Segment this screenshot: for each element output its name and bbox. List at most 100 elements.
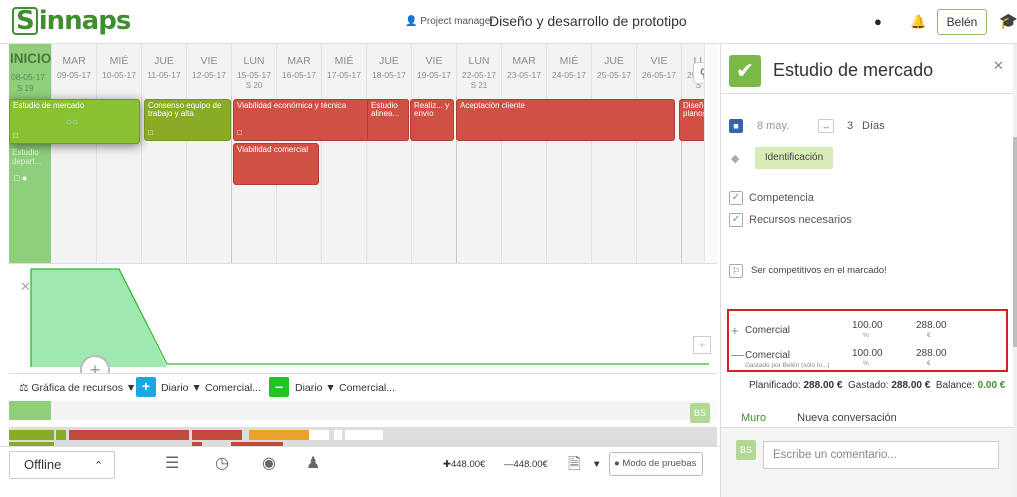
add-chart-icon[interactable]: + (693, 336, 711, 354)
bottom-bar: Offline ⌃ ☰ ◷ ◉ ♟ ✚448.00€ —448.00€ 🗎 ▼ ●… (0, 446, 720, 497)
series1-period[interactable]: Diario ▼ (161, 382, 202, 394)
day-header: LUN 15-05-17 S 20 (231, 44, 276, 96)
resource-chart-svg (30, 268, 709, 367)
day-name: JUE (154, 55, 174, 67)
resource-chart: ✕ + (9, 263, 717, 373)
resource-percent-unit: % (863, 360, 869, 367)
day-name: JUE (604, 55, 624, 67)
resource-percent-unit: % (863, 332, 869, 339)
resource-amount[interactable]: 288.00 (916, 320, 947, 331)
collapse-resource-icon[interactable]: — (731, 347, 744, 362)
day-week: S 21 (470, 81, 488, 90)
budget-summary: Planificado: 288.00 € Gastado: 288.00 € … (749, 380, 1006, 391)
series1-add-icon[interactable]: + (136, 377, 156, 397)
day-name: VIE (425, 55, 443, 67)
day-name: JUE (379, 55, 399, 67)
resource-percent[interactable]: 100.00 (852, 348, 883, 359)
day-header: VIE 26-05-17 (636, 44, 681, 96)
duration-unit: Días (862, 120, 885, 132)
comment-area: BS Escribe un comentario... (721, 427, 1017, 497)
task-label: Estudio de mercado (13, 101, 85, 110)
list-icon[interactable]: ☰ (165, 453, 179, 473)
calendar-icon[interactable]: ■ (729, 119, 743, 133)
start-date[interactable]: 8 may. (757, 120, 789, 132)
tab-muro[interactable]: Muro (741, 412, 766, 424)
test-mode-button[interactable]: ● Modo de pruebas (609, 452, 703, 476)
bs-avatar[interactable]: BS (690, 403, 710, 423)
tag-badge[interactable]: Identificación (755, 147, 833, 169)
series2-remove-icon[interactable]: – (269, 377, 289, 397)
panel-scrollbar-thumb[interactable] (1013, 137, 1017, 347)
chart-selector[interactable]: ⚖ Gráfica de recursos ▼ (19, 382, 136, 394)
day-header: VIE 12-05-17 (186, 44, 231, 96)
top-bar: Sinnaps 👤 Project manager Diseño y desar… (0, 0, 1017, 44)
task-aceptacion-cliente[interactable]: Aceptación cliente (456, 99, 675, 141)
checkbox-competencia[interactable]: ✓ (729, 191, 743, 205)
day-name: MIÉ (109, 55, 129, 67)
panel-tabs: Muro Nueva conversación (741, 412, 897, 424)
budget-plus: ✚448.00€ (443, 459, 486, 470)
check-label-competencia: Competencia (749, 192, 814, 204)
team-icon[interactable]: ♟ (306, 453, 320, 473)
task-viabilidad-comercial[interactable]: Viabilidad comercial (233, 143, 319, 185)
app-logo[interactable]: Sinnaps (12, 6, 131, 36)
calendar-icon: □ (148, 128, 153, 137)
panel-title: Estudio de mercado (773, 60, 934, 80)
task-estudio-mercado[interactable]: Estudio de mercado ○○ □ (9, 99, 140, 144)
chevron-down-icon[interactable]: ▼ (592, 459, 601, 470)
clock-icon[interactable]: ◷ (215, 453, 229, 473)
calendar-icon: □ (237, 128, 242, 137)
task-label: Viabilidad comercial (237, 145, 308, 154)
budget-minus: —448.00€ (504, 459, 548, 470)
day-date: 23-05-17 (506, 70, 542, 80)
task-realiz-envio[interactable]: Realiz... y envío (410, 99, 454, 141)
series2-period[interactable]: Diario ▼ (295, 382, 336, 394)
day-header: JUE 11-05-17 (141, 44, 186, 96)
goal-icon: ⚐ (729, 264, 743, 278)
day-date: 26-05-17 (641, 70, 677, 80)
task-estudio-alinea[interactable]: Estudio alinea... (367, 99, 409, 141)
tag-icon: ◆ (731, 153, 740, 165)
inicio-date: 08-05-17 (11, 72, 46, 82)
document-icon[interactable]: 🗎 (568, 453, 581, 480)
resource-note: Gastado por Belén (sólo lo...) (745, 362, 830, 369)
day-header: MAR 16-05-17 (276, 44, 321, 96)
series2-resource[interactable]: Comercial... (339, 382, 395, 394)
day-header: JUE 18-05-17 (366, 44, 411, 96)
task-detail-panel: ✔ Estudio de mercado ✕ ■ 8 may. ↔ 3 Días… (720, 44, 1017, 497)
day-name: VIE (200, 55, 218, 67)
expand-resource-icon[interactable]: + (731, 323, 739, 338)
panel-header: ✔ Estudio de mercado ✕ (721, 44, 1017, 94)
resource-amount[interactable]: 288.00 (916, 348, 947, 359)
day-header: MIÉ 24-05-17 (546, 44, 591, 96)
day-header: MAR 23-05-17 (501, 44, 546, 96)
duration-value[interactable]: 3 (847, 120, 853, 132)
task-complete-checkbox[interactable]: ✔ (729, 55, 761, 87)
graduation-cap-icon[interactable]: 🎓 (999, 12, 1017, 30)
checkbox-recursos[interactable]: ✓ (729, 213, 743, 227)
day-week: S 20 (245, 81, 263, 90)
task-estudio-depart[interactable]: Estudio depart... □ ● (10, 146, 50, 186)
user-avatar: BS (736, 440, 756, 460)
day-date: 15-05-17 (236, 70, 272, 80)
close-icon[interactable]: ✕ (993, 58, 1004, 74)
day-name: MAR (287, 55, 311, 67)
task-label: Aceptación cliente (460, 101, 525, 110)
day-date: 19-05-17 (416, 70, 452, 80)
status-dropdown[interactable]: Offline ⌃ (9, 451, 115, 479)
dashboard-icon[interactable]: ◉ (262, 453, 276, 473)
day-header: JUE 25-05-17 (591, 44, 636, 96)
comment-input[interactable]: Escribe un comentario... (763, 441, 999, 469)
tab-nueva-conversacion[interactable]: Nueva conversación (797, 412, 897, 424)
task-label: Viabilidad económica y técnica (237, 101, 347, 110)
day-name: MAR (62, 55, 86, 67)
series1-resource[interactable]: Comercial... (205, 382, 261, 394)
chat-icon[interactable]: ● (874, 14, 882, 29)
user-button[interactable]: Belén (937, 9, 987, 35)
duration-arrows-icon: ↔ (818, 119, 834, 133)
day-header: VIE 19-05-17 (411, 44, 456, 96)
bell-icon[interactable]: 🔔 (910, 14, 926, 30)
resource-percent[interactable]: 100.00 (852, 320, 883, 331)
inicio-label: INICIO (10, 51, 52, 66)
task-consenso-equipo[interactable]: Consenso equipo de trabajo y alta □ (144, 99, 231, 141)
